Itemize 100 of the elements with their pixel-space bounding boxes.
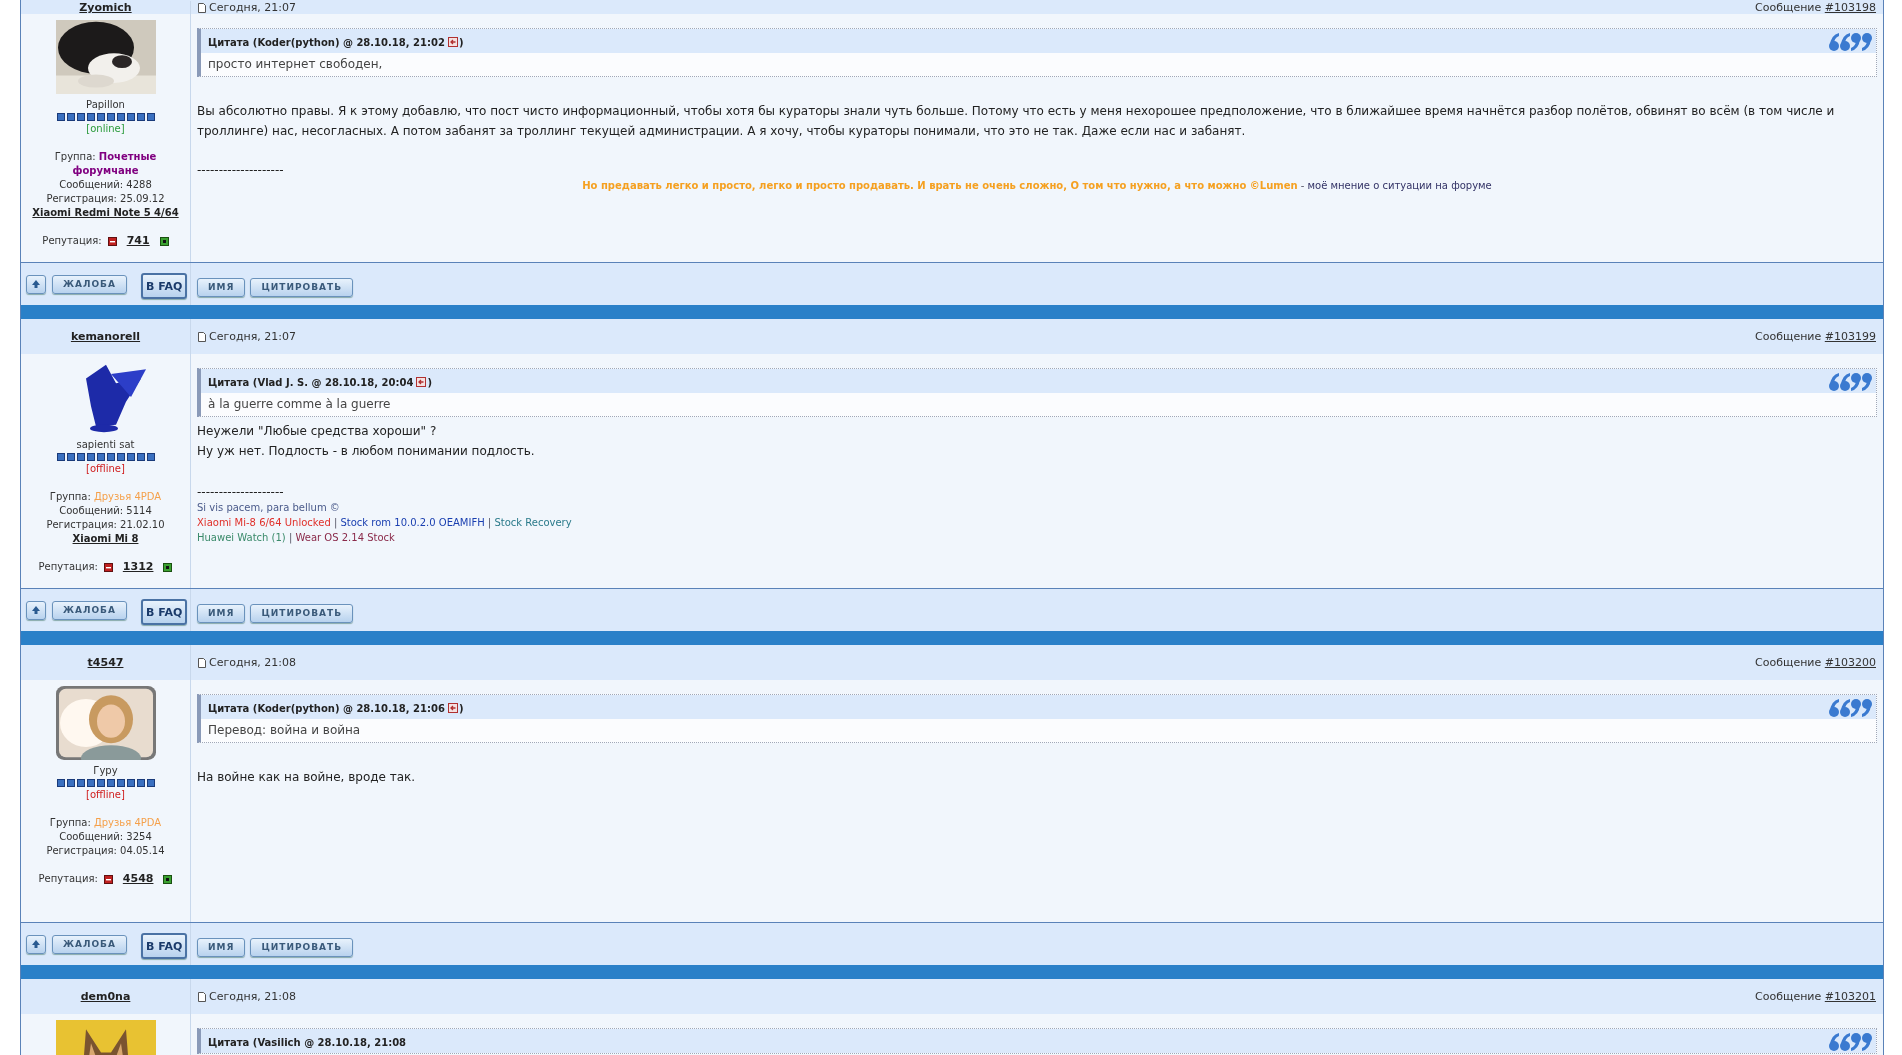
reputation-link[interactable]: 1312 [122,560,154,574]
quote-button[interactable]: ЦИТИРОВАТЬ [250,937,354,957]
document-icon [198,657,206,668]
scroll-up-button[interactable] [26,600,46,620]
signature-text: Huawei Watch (1) [197,532,286,543]
quote-button[interactable]: ЦИТИРОВАТЬ [250,603,354,623]
quotation-marks-icon[interactable] [1828,31,1872,53]
plus-icon[interactable] [159,236,169,246]
registration-date: Регистрация: 25.09.12 [46,192,165,206]
signature-text: моё мнение о ситуации на форуме [1307,180,1492,191]
post-text: Неужели "Любые средства хороши" ? [197,423,438,440]
reputation-label: Репутация: [38,560,98,574]
post-number-label: Сообщение [1755,330,1822,343]
minus-icon[interactable] [103,874,113,884]
signature-text: | [332,517,339,528]
plus-icon[interactable] [163,874,173,884]
device-link[interactable]: Xiaomi Redmi Note 5 4/64 [32,206,179,220]
up-arrow-icon [31,279,41,289]
signature-rule: -------------------- [197,163,285,178]
scroll-up-button[interactable] [26,934,46,954]
signature-text: | [486,517,493,528]
post-number-link[interactable]: #103200 [1824,656,1876,669]
report-button[interactable]: ЖАЛОБА [52,274,127,294]
registration-date: Регистрация: 04.05.14 [46,844,165,858]
back-arrow-icon[interactable] [416,377,427,387]
quote-text: просто интернет свободен, [207,56,384,73]
quotation-marks-icon[interactable] [1828,1031,1872,1053]
post-time: Сегодня, 21:07 [198,1,297,14]
user-status: [online] [86,122,125,136]
back-arrow-icon[interactable] [447,703,458,713]
post-number-link[interactable]: #103198 [1824,1,1876,14]
post-number-label: Сообщение [1755,990,1822,1003]
quote-button[interactable]: ЦИТИРОВАТЬ [250,277,354,297]
signature-text: Stock Recovery [494,517,572,528]
post-number-label: Сообщение [1755,1,1822,14]
user-group: Группа: Друзья 4PDA [49,816,162,830]
faq-button[interactable]: В FAQ [140,273,188,299]
reputation-link[interactable]: 4548 [122,872,154,886]
post-text: Ну уж нет. Подлость - в любом понимании подлость. [197,443,536,460]
up-arrow-icon [31,605,41,615]
message-count: Сообщений: 5114 [59,504,152,518]
signature-text: Xiaomi Mi-8 6/64 Unlocked [197,517,331,528]
signature-text: | [287,532,294,543]
scroll-up-button[interactable] [26,274,46,294]
post-time: Сегодня, 21:08 [198,990,297,1003]
message-count: Сообщений: 4288 [59,178,152,192]
quote-text: à la guerre comme à la guerre [207,396,392,413]
quote-header: Цитата (Koder(python) @ 28.10.18, 21:06 ) [208,702,464,714]
document-icon [198,991,206,1002]
up-arrow-icon [31,939,41,949]
author-link[interactable]: t4547 [87,656,124,669]
author-link[interactable]: Zyomich [79,1,132,14]
user-rank: sapienti sat [76,438,135,452]
minus-icon[interactable] [107,236,117,246]
device-link[interactable]: Xiaomi Mi 8 [72,532,139,546]
name-button[interactable]: ИМЯ [197,277,246,297]
author-link[interactable]: kemanorell [70,330,141,343]
faq-button[interactable]: В FAQ [140,599,188,625]
rank-pips-icon [56,113,155,121]
user-status: [offline] [86,462,125,476]
quote-header: Цитата (Koder(python) @ 28.10.18, 21:02 ) [208,36,464,48]
document-icon [198,331,206,342]
user-group: Группа: Почетные форумчане [25,150,186,178]
author-link[interactable]: dem0na [80,990,131,1003]
reputation-label: Репутация: [38,872,98,886]
report-button[interactable]: ЖАЛОБА [52,600,127,620]
quote-text: Перевод: война и война [207,722,362,739]
name-button[interactable]: ИМЯ [197,603,246,623]
signature-text: Wear OS 2.14 Stock [295,532,395,543]
post-number-label: Сообщение [1755,656,1822,669]
rank-pips-icon [56,453,155,461]
quotation-marks-icon[interactable] [1828,371,1872,393]
post-number-link[interactable]: #103199 [1824,330,1876,343]
quotation-marks-icon[interactable] [1828,697,1872,719]
post-time: Сегодня, 21:07 [198,330,297,343]
signature-text: Stock rom 10.0.2.0 OEAMIFH [340,517,485,528]
plus-icon[interactable] [163,562,173,572]
reputation-label: Репутация: [42,234,102,248]
back-arrow-icon[interactable] [447,37,458,47]
user-group: Группа: Друзья 4PDA [49,490,162,504]
signature-text: Si vis pacem, para bellum © [197,502,340,513]
document-icon [198,2,206,13]
user-status: [offline] [86,788,125,802]
minus-icon[interactable] [103,562,113,572]
signature-text: Но предавать легко и просто, легко и просто продавать. И врать не очень сложно, О том что нужно, а что можно ©Lumen [582,180,1298,191]
rank-pips-icon [56,779,155,787]
reputation-link[interactable]: 741 [126,234,150,248]
signature-rule: -------------------- [197,485,285,500]
post-number-link[interactable]: #103201 [1824,990,1876,1003]
registration-date: Регистрация: 21.02.10 [46,518,165,532]
name-button[interactable]: ИМЯ [197,937,246,957]
signature-text: - [1299,180,1306,191]
post-time: Сегодня, 21:08 [198,656,297,669]
user-rank: Гуру [93,764,118,778]
report-button[interactable]: ЖАЛОБА [52,934,127,954]
post-text: На войне как на войне, вроде так. [197,769,417,786]
quote-header: Цитата (Vlad J. S. @ 28.10.18, 20:04 ) [208,376,432,388]
message-count: Сообщений: 3254 [59,830,152,844]
quote-header: Цитата (Vasilich @ 28.10.18, 21:08 [208,1036,407,1048]
faq-button[interactable]: В FAQ [140,933,188,959]
